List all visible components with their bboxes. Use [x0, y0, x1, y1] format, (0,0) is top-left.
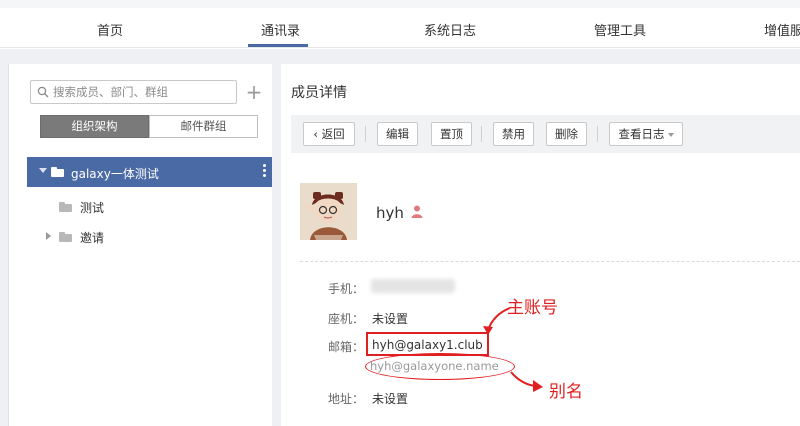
- delete-button[interactable]: 删除: [546, 122, 587, 146]
- search-icon: [37, 86, 49, 98]
- view-log-button[interactable]: 查看日志: [609, 122, 683, 146]
- landline-label: 座机：: [328, 312, 365, 326]
- tab-org-structure[interactable]: 组织架构: [40, 115, 149, 138]
- page-title: 成员详情: [291, 85, 347, 101]
- tab-value-added[interactable]: 增值服: [764, 20, 800, 39]
- folder-icon: [59, 232, 72, 242]
- tab-mail-groups[interactable]: 邮件群组: [149, 115, 258, 138]
- annotation-primary-account: 主账号: [507, 298, 558, 318]
- tree-item-label: 邀请: [80, 231, 105, 245]
- back-button-label: 返回: [321, 127, 345, 141]
- mobile-label: 手机：: [328, 282, 365, 296]
- annotation-arrow-icon: [510, 371, 543, 392]
- tree-item-label: galaxy一体测试: [71, 167, 159, 181]
- search-input[interactable]: [53, 83, 233, 101]
- member-name: hyh: [376, 204, 404, 222]
- email-label: 邮箱：: [328, 340, 365, 354]
- divider: [481, 126, 482, 142]
- address-label: 地址：: [328, 392, 365, 406]
- tab-home[interactable]: 首页: [97, 20, 123, 39]
- back-button[interactable]: ‹ 返回: [303, 122, 355, 146]
- email-alias: hyh@galaxyone.name: [370, 359, 499, 373]
- tab-admin-tools[interactable]: 管理工具: [594, 20, 646, 39]
- collapse-caret-icon[interactable]: [39, 168, 47, 173]
- tab-system-log[interactable]: 系统日志: [424, 20, 476, 39]
- mobile-value-redacted: [371, 279, 455, 293]
- divider: [597, 126, 598, 142]
- expand-arrow-icon[interactable]: [46, 232, 51, 240]
- folder-icon: [59, 202, 72, 212]
- address-value: 未设置: [372, 392, 409, 406]
- avatar-image: [300, 183, 357, 240]
- plus-icon[interactable]: +: [244, 80, 264, 104]
- annotation-alias: 别名: [549, 382, 583, 402]
- chevron-left-icon: ‹: [313, 127, 318, 141]
- tree-item-label: 测试: [80, 201, 105, 215]
- top-strip: [0, 0, 800, 8]
- divider: [365, 126, 366, 142]
- email-value: hyh@galaxy1.club: [372, 338, 483, 352]
- active-tab-indicator: [248, 44, 308, 47]
- view-log-label: 查看日志: [618, 127, 665, 141]
- chevron-down-icon: [667, 132, 674, 137]
- user-icon: [411, 205, 423, 218]
- tab-contacts[interactable]: 通讯录: [261, 20, 300, 39]
- tree-item-root[interactable]: galaxy一体测试: [27, 157, 272, 187]
- divider: [300, 261, 800, 262]
- edit-button[interactable]: 编辑: [377, 122, 418, 146]
- folder-icon: [51, 167, 64, 177]
- pin-button[interactable]: 置顶: [431, 122, 472, 146]
- member-search[interactable]: [30, 80, 237, 104]
- more-options-icon[interactable]: [263, 164, 266, 178]
- avatar: [300, 183, 357, 240]
- landline-value: 未设置: [372, 312, 409, 326]
- disable-button[interactable]: 禁用: [493, 122, 534, 146]
